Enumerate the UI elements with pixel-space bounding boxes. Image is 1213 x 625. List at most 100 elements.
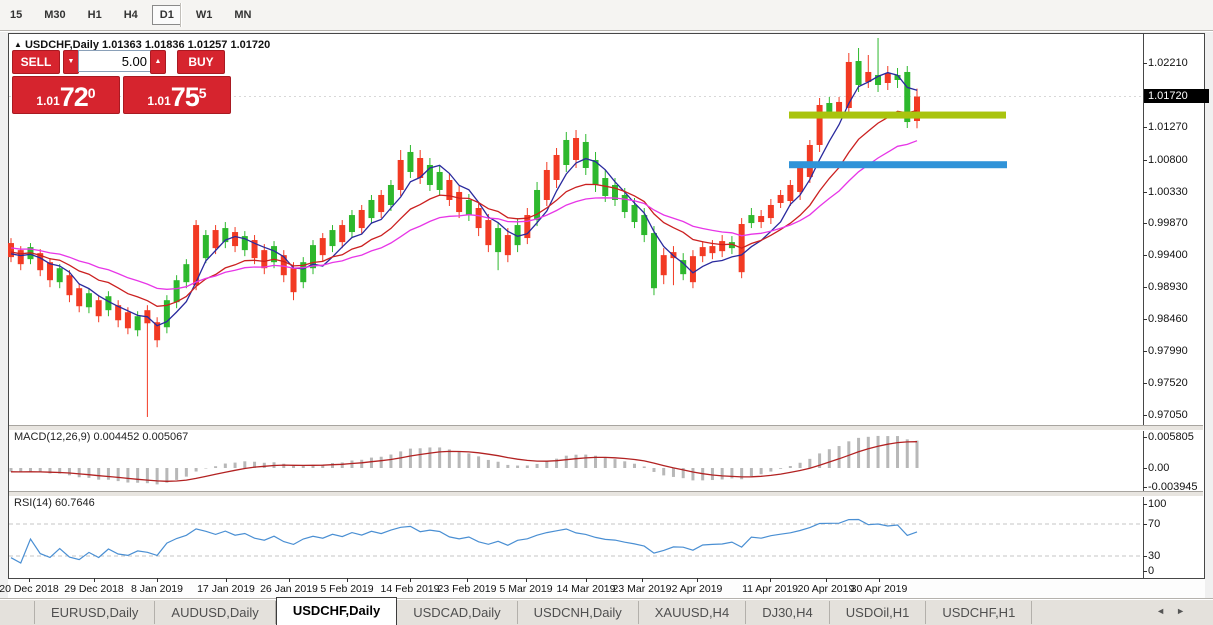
date-tick-mark [29, 578, 30, 582]
macd-name: MACD(12,26,9) [14, 431, 90, 443]
rsi-label: RSI(14) 60.7646 [14, 497, 95, 509]
date-tick-mark [697, 578, 698, 582]
macd-scale-label: -0.003945 [1148, 481, 1206, 493]
price-scale-label: 1.01270 [1148, 121, 1206, 133]
tab-scroll-left-icon[interactable]: ◄ [1156, 606, 1165, 616]
current-price-badge: 1.01720 [1144, 89, 1209, 103]
date-tick-mark [826, 578, 827, 582]
buy-button[interactable]: BUY [177, 50, 225, 74]
chart-tabs: EURUSD,DailyAUDUSD,DailyUSDCHF,DailyUSDC… [0, 599, 1213, 625]
macd-scale-label: 0.00 [1148, 462, 1206, 474]
rsi-scale-tick [1143, 524, 1147, 525]
date-tick-mark [879, 578, 880, 582]
price-scale-tick [1143, 383, 1147, 384]
rsi-name: RSI(14) [14, 497, 52, 509]
price-scale-label: 1.02210 [1148, 57, 1206, 69]
date-tick-mark [770, 578, 771, 582]
rsi-scale-label: 30 [1148, 550, 1206, 562]
macd-scale-tick [1143, 437, 1147, 438]
rsi-pane-splitter[interactable] [9, 491, 1203, 497]
buy-price-sup: 5 [199, 85, 207, 101]
price-scale-tick [1143, 192, 1147, 193]
sell-price-button[interactable]: 1.01 72 0 [12, 76, 120, 114]
date-tick-label: 2 Apr 2019 [672, 583, 723, 595]
rsi-scale-tick [1143, 571, 1147, 572]
rsi-scale-tick [1143, 556, 1147, 557]
price-scale-tick [1143, 287, 1147, 288]
macd-values: 0.004452 0.005067 [93, 431, 188, 443]
macd-label: MACD(12,26,9) 0.004452 0.005067 [14, 431, 188, 443]
date-tick-mark [467, 578, 468, 582]
chart-tab-audusd-daily[interactable]: AUDUSD,Daily [155, 601, 275, 624]
collapse-icon[interactable]: ▲ [14, 40, 22, 49]
date-tick-label: 5 Mar 2019 [499, 583, 552, 595]
support-line [789, 161, 1007, 168]
price-scale-tick [1143, 415, 1147, 416]
price-scale-tick [1143, 127, 1147, 128]
date-tick-label: 23 Mar 2019 [613, 583, 672, 595]
date-tick-label: 14 Mar 2019 [557, 583, 616, 595]
date-tick-label: 20 Dec 2018 [0, 583, 59, 595]
buy-price-button[interactable]: 1.01 75 5 [123, 76, 231, 114]
price-scale-label: 0.97990 [1148, 345, 1206, 357]
sell-price-sup: 0 [88, 85, 96, 101]
sell-button[interactable]: SELL [12, 50, 60, 74]
volume-decrease-icon[interactable]: ▼ [63, 50, 79, 74]
price-scale-tick [1143, 160, 1147, 161]
one-click-trade-panel: SELL ▼ ▲ BUY 1.01 72 0 1.01 75 5 [12, 50, 234, 112]
price-scale-label: 0.98930 [1148, 281, 1206, 293]
date-tick-label: 20 Apr 2019 [798, 583, 855, 595]
rsi-value: 60.7646 [55, 497, 95, 509]
trading-platform-window: 15M30H1H4D1W1MN ▲ USDCHF,Daily 1.01363 1… [0, 0, 1213, 625]
date-tick-label: 23 Feb 2019 [438, 583, 497, 595]
macd-scale-label: 0.005805 [1148, 431, 1206, 443]
price-scale-label: 1.00330 [1148, 186, 1206, 198]
macd-scale-tick [1143, 487, 1147, 488]
chart-tab-usdoil-h1[interactable]: USDOil,H1 [830, 601, 927, 624]
date-tick-mark [586, 578, 587, 582]
date-tick-label: 8 Jan 2019 [131, 583, 183, 595]
volume-increase-icon[interactable]: ▲ [150, 50, 166, 74]
chart-tab-usdchf-daily[interactable]: USDCHF,Daily [276, 597, 397, 625]
price-scale-tick [1143, 63, 1147, 64]
sell-price-big: 72 [60, 84, 88, 111]
buy-price-big: 75 [171, 84, 199, 111]
price-scale-label: 0.99400 [1148, 249, 1206, 261]
chart-tab-eurusd-daily[interactable]: EURUSD,Daily [34, 601, 155, 624]
price-scale-tick [1143, 319, 1147, 320]
chart-tab-xauusd-h4[interactable]: XAUUSD,H4 [639, 601, 746, 624]
rsi-scale-label: 0 [1148, 565, 1206, 577]
price-scale-label: 0.98460 [1148, 313, 1206, 325]
chart-tab-bar: EURUSD,DailyAUDUSD,DailyUSDCHF,DailyUSDC… [0, 598, 1213, 625]
date-tick-label: 26 Jan 2019 [260, 583, 318, 595]
date-tick-mark [157, 578, 158, 582]
date-tick-label: 30 Apr 2019 [851, 583, 908, 595]
chart-tab-usdchf-h1[interactable]: USDCHF,H1 [926, 601, 1032, 624]
date-tick-mark [289, 578, 290, 582]
date-tick-mark [642, 578, 643, 582]
date-tick-mark [226, 578, 227, 582]
date-tick-label: 14 Feb 2019 [381, 583, 440, 595]
date-tick-mark [94, 578, 95, 582]
price-scale-label: 0.97520 [1148, 377, 1206, 389]
date-tick-mark [526, 578, 527, 582]
chart-tab-usdcad-daily[interactable]: USDCAD,Daily [397, 601, 517, 624]
price-scale-label: 0.97050 [1148, 409, 1206, 421]
rsi-scale-label: 70 [1148, 518, 1206, 530]
buy-price-prefix: 1.01 [147, 94, 170, 108]
sell-price-prefix: 1.01 [36, 94, 59, 108]
price-scale-label: 0.99870 [1148, 217, 1206, 229]
date-tick-label: 17 Jan 2019 [197, 583, 255, 595]
current-price-value: 1.01720 [1148, 90, 1188, 102]
rsi-scale-label: 100 [1148, 498, 1206, 510]
volume-input[interactable] [78, 50, 152, 72]
price-scale-tick [1143, 255, 1147, 256]
macd-scale-tick [1143, 468, 1147, 469]
chart-tab-dj30-h4[interactable]: DJ30,H4 [746, 601, 830, 624]
price-scale-label: 1.00800 [1148, 154, 1206, 166]
chart-tab-usdcnh-daily[interactable]: USDCNH,Daily [518, 601, 639, 624]
resistance-line [789, 112, 1006, 119]
price-scale-tick [1143, 351, 1147, 352]
tab-scroll-right-icon[interactable]: ► [1176, 606, 1185, 616]
date-tick-label: 29 Dec 2018 [64, 583, 124, 595]
